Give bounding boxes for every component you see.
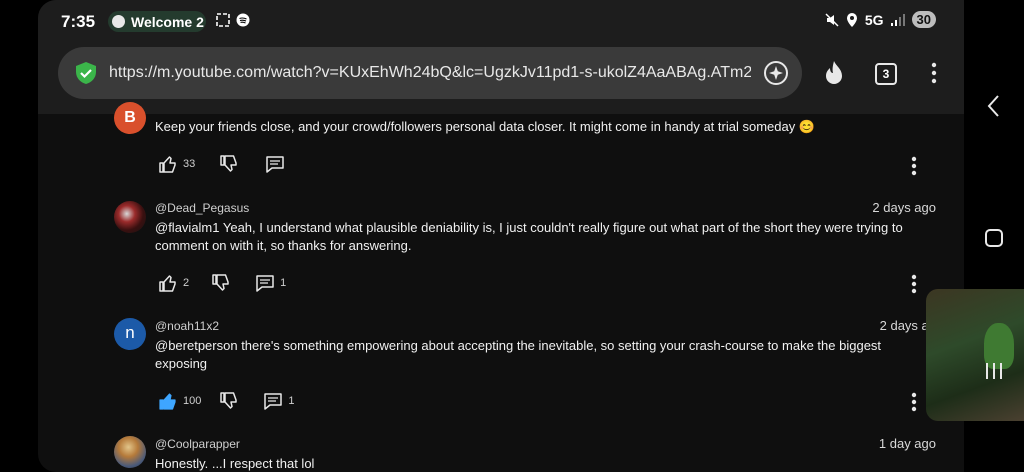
status-icons-right: 5G 30	[825, 11, 936, 28]
status-icons-left	[216, 13, 250, 27]
comment-item: @Coolparapper 1 day ago Honestly. ...I r…	[38, 434, 964, 472]
address-bar[interactable]: https://m.youtube.com/watch?v=KUxEhWh24b…	[58, 47, 802, 99]
status-bar: 7:35 Welcome 2 5G 30	[38, 0, 964, 42]
dislike-icon[interactable]	[211, 273, 231, 293]
comment-actions: 33	[158, 152, 285, 176]
ai-assistant-icon[interactable]	[763, 60, 789, 86]
notification-chip-label: Welcome 2	[131, 13, 204, 30]
comment-text: @flavialm1 Yeah, I understand what plaus…	[155, 220, 903, 253]
browser-chrome: 7:35 Welcome 2 5G 30 https://m.youtube.c…	[38, 0, 964, 114]
avatar[interactable]: n	[114, 318, 146, 350]
reply-icon[interactable]	[265, 154, 285, 174]
reply-count[interactable]: 1	[288, 395, 294, 407]
pip-video[interactable]	[926, 289, 1024, 421]
signal-icon	[890, 13, 905, 26]
battery-indicator: 30	[911, 11, 936, 28]
like-icon-active[interactable]	[158, 391, 178, 411]
like-count: 2	[183, 277, 190, 289]
screenshot-icon	[216, 13, 230, 27]
tab-count-button[interactable]: 3	[875, 63, 897, 85]
spotify-icon	[236, 13, 250, 27]
comment-author[interactable]: @Dead_Pegasus	[155, 201, 249, 215]
more-options-icon[interactable]	[911, 392, 917, 412]
comment-item: @Dead_Pegasus 2 days ago @flavialm1 Yeah…	[38, 198, 964, 303]
location-icon	[846, 12, 857, 27]
secure-shield-icon[interactable]	[74, 61, 98, 85]
notification-chip[interactable]: Welcome 2	[108, 11, 206, 32]
recent-apps-icon[interactable]	[983, 361, 1005, 381]
url-text[interactable]: https://m.youtube.com/watch?v=KUxEhWh24b…	[109, 64, 751, 82]
like-count: 100	[183, 395, 202, 407]
comment-text: @beretperson there's something empowerin…	[155, 338, 882, 371]
comment-item: n @noah11x2 2 days ag @beretperson there…	[38, 316, 964, 421]
more-options-icon[interactable]	[911, 274, 917, 294]
phone-screen: 7:35 Welcome 2 5G 30 https://m.youtube.c…	[38, 0, 964, 472]
comment-actions: 100 1	[158, 389, 294, 413]
back-icon[interactable]	[986, 94, 1002, 118]
reply-icon[interactable]	[255, 273, 275, 293]
fire-icon[interactable]	[822, 60, 846, 86]
avatar[interactable]: B	[114, 102, 146, 134]
dislike-icon[interactable]	[219, 391, 239, 411]
comment-author[interactable]: @noah11x2	[155, 319, 219, 333]
spotify-icon	[112, 15, 125, 28]
reply-icon[interactable]	[263, 391, 283, 411]
avatar[interactable]	[114, 436, 146, 468]
network-type: 5G	[864, 11, 884, 28]
more-options-icon[interactable]	[911, 156, 917, 176]
reply-count[interactable]: 1	[280, 277, 286, 289]
comment-text: Honestly. ...I respect that lol	[155, 456, 315, 471]
comment-item: B Keep your friends close, and your crow…	[38, 100, 964, 185]
comment-actions: 2 1	[158, 271, 286, 295]
like-count: 33	[183, 158, 196, 170]
comment-text: Keep your friends close, and your crowd/…	[155, 119, 816, 134]
comment-date: 2 days ago	[872, 200, 936, 215]
like-icon[interactable]	[158, 154, 178, 174]
home-icon[interactable]	[984, 228, 1004, 248]
dislike-icon[interactable]	[219, 154, 239, 174]
mute-icon	[825, 12, 839, 27]
like-icon[interactable]	[158, 273, 178, 293]
browser-menu-icon[interactable]	[931, 62, 937, 84]
comment-date: 1 day ago	[878, 436, 936, 451]
comment-author[interactable]: @Coolparapper	[155, 437, 240, 451]
status-time: 7:35	[61, 12, 96, 31]
avatar[interactable]	[114, 201, 146, 233]
